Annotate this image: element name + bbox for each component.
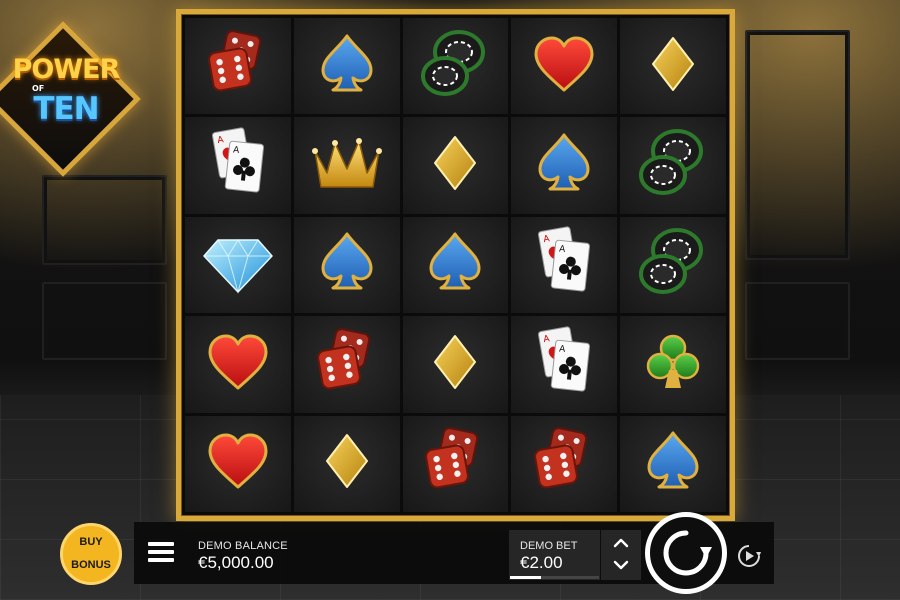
reel-cell bbox=[402, 216, 509, 314]
wall-panel-left-lower bbox=[42, 282, 167, 360]
logo-power-text: POWER bbox=[12, 54, 121, 85]
bet-value: €2.00 bbox=[520, 553, 563, 572]
autoplay-icon[interactable] bbox=[736, 543, 762, 569]
reel-cell bbox=[402, 117, 509, 214]
chevron-up-icon[interactable] bbox=[613, 535, 629, 551]
reel-cell: A A bbox=[185, 117, 291, 214]
heart-icon bbox=[198, 421, 278, 506]
spade-icon bbox=[307, 24, 387, 109]
reel-cell: A A bbox=[511, 316, 618, 413]
bet-label: DEMO BET bbox=[520, 540, 578, 552]
wall-panel-left bbox=[42, 175, 167, 265]
spin-arrow-icon bbox=[663, 530, 712, 576]
chips-icon bbox=[633, 123, 713, 208]
reel-cell bbox=[402, 18, 509, 115]
wall-panel-right bbox=[745, 30, 850, 260]
cards-icon: A A bbox=[198, 123, 278, 208]
bet-level-slider[interactable] bbox=[510, 576, 599, 579]
spade-icon bbox=[633, 421, 713, 506]
dice-icon bbox=[415, 421, 495, 506]
spade-icon bbox=[524, 123, 604, 208]
crown-icon bbox=[307, 123, 387, 208]
spade-icon bbox=[415, 222, 495, 307]
reel-cell bbox=[511, 18, 618, 115]
gem-icon bbox=[198, 222, 278, 307]
buy-bonus-line2: BONUS bbox=[71, 558, 111, 571]
diamond-icon bbox=[415, 123, 495, 208]
balance-label: DEMO BALANCE bbox=[198, 540, 288, 552]
reel-cell bbox=[620, 415, 726, 512]
reel-cell bbox=[620, 18, 726, 115]
bet-level-fill bbox=[510, 576, 542, 579]
reel-cell bbox=[620, 117, 726, 214]
reel-cell bbox=[511, 117, 618, 214]
chips-icon bbox=[633, 222, 713, 307]
reel-cell bbox=[293, 216, 400, 314]
reel-cell bbox=[293, 18, 400, 115]
reel-board: A A A A A A bbox=[176, 9, 735, 521]
logo-text: POWER OF TEN bbox=[0, 56, 132, 125]
symbol-grid: A A A A A A bbox=[185, 18, 726, 512]
game-logo: POWER OF TEN bbox=[0, 21, 168, 177]
logo-ten-text: TEN bbox=[33, 91, 99, 127]
cards-icon: A A bbox=[524, 322, 604, 407]
reel-cell: A A bbox=[511, 216, 618, 314]
dice-icon bbox=[307, 322, 387, 407]
reel-cell bbox=[185, 18, 291, 115]
wall-panel-right-lower bbox=[745, 282, 850, 360]
spade-icon bbox=[307, 222, 387, 307]
reel-cell bbox=[185, 415, 291, 512]
reel-cell bbox=[293, 316, 400, 413]
reel-cell bbox=[402, 415, 509, 512]
balance-value: €5,000.00 bbox=[198, 553, 274, 572]
reel-cell bbox=[402, 316, 509, 413]
dice-icon bbox=[198, 24, 278, 109]
reel-cell bbox=[293, 117, 400, 214]
diamond-icon bbox=[633, 24, 713, 109]
hamburger-menu-icon[interactable] bbox=[148, 542, 174, 564]
heart-icon bbox=[524, 24, 604, 109]
heart-icon bbox=[198, 322, 278, 407]
chips-icon bbox=[415, 24, 495, 109]
reel-cell bbox=[185, 316, 291, 413]
reel-cell bbox=[620, 316, 726, 413]
diamond-icon bbox=[415, 322, 495, 407]
buy-bonus-button[interactable]: BUY BONUS bbox=[60, 523, 122, 585]
bet-stepper bbox=[601, 530, 641, 580]
chevron-down-icon[interactable] bbox=[613, 557, 629, 573]
reel-cell bbox=[293, 415, 400, 512]
dice-icon bbox=[524, 421, 604, 506]
buy-bonus-line1: BUY bbox=[79, 535, 103, 548]
reel-cell bbox=[511, 415, 618, 512]
reel-cell bbox=[620, 216, 726, 314]
club-icon bbox=[633, 322, 713, 407]
spin-button[interactable] bbox=[645, 512, 727, 594]
cards-icon: A A bbox=[524, 222, 604, 307]
diamond-icon bbox=[307, 421, 387, 506]
reel-cell bbox=[185, 216, 291, 314]
